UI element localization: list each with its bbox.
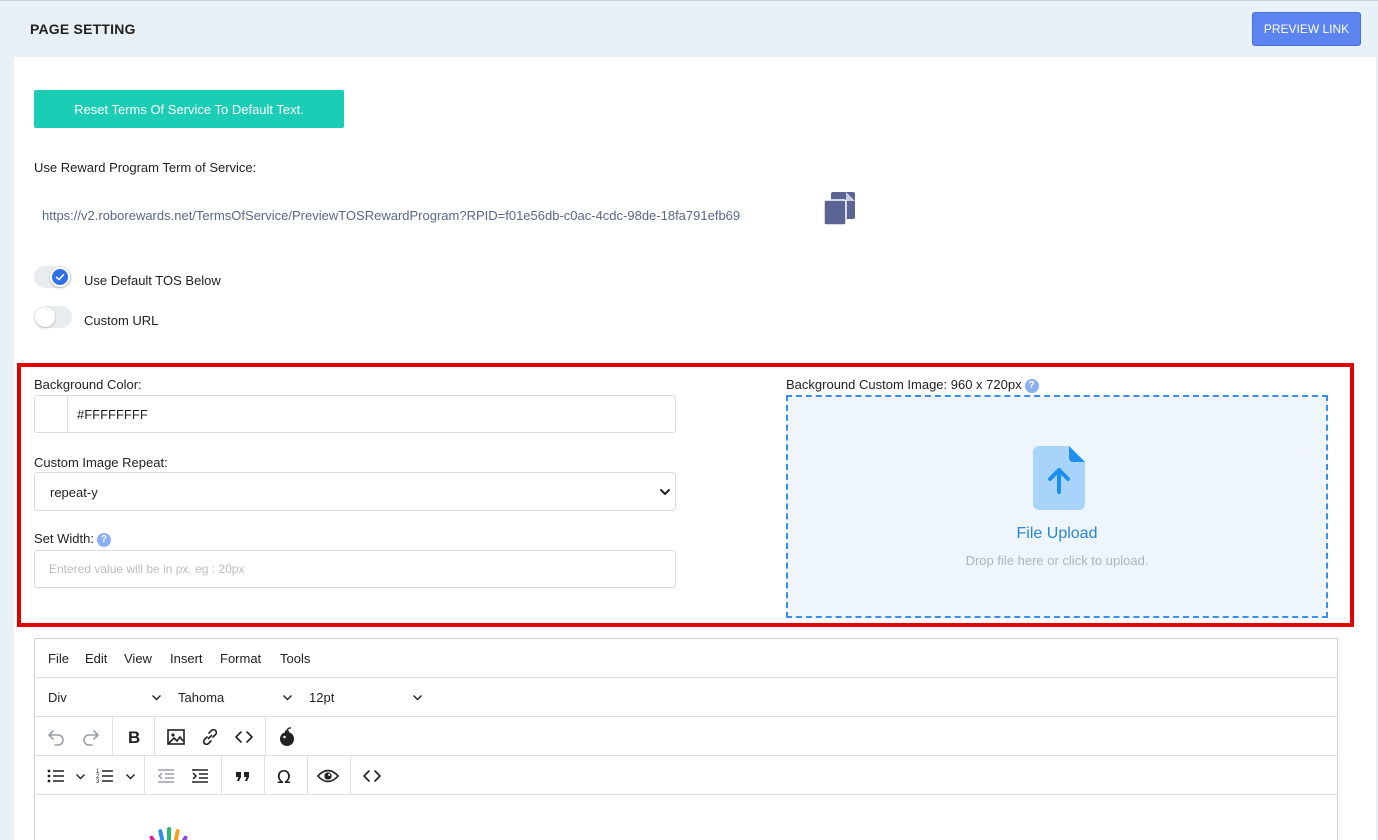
toolbar-divider [307, 756, 308, 795]
chevron-down-icon [660, 489, 670, 495]
code-icon[interactable] [233, 726, 255, 748]
default-tos-label: Use Default TOS Below [84, 273, 221, 288]
toolbar-divider [112, 717, 113, 756]
toolbar-divider [144, 756, 145, 795]
default-tos-toggle[interactable] [34, 266, 72, 288]
reward-tos-label: Use Reward Program Term of Service: [34, 160, 257, 175]
menu-insert[interactable]: Insert [170, 651, 203, 666]
numbered-list-icon[interactable]: 123 [94, 765, 116, 787]
svg-text:3: 3 [96, 779, 100, 785]
toolbar-divider [154, 717, 155, 756]
bullet-list-icon[interactable] [45, 765, 67, 787]
source-code-icon[interactable] [361, 765, 383, 787]
custom-image-label: Background Custom Image: 960 x 720px? [786, 377, 1039, 393]
toggle-knob [50, 267, 70, 287]
logo-icon [149, 827, 188, 840]
bold-icon[interactable]: B [123, 726, 145, 748]
link-icon[interactable] [199, 726, 221, 748]
background-color-label: Background Color: [34, 377, 142, 392]
undo-icon[interactable] [45, 726, 67, 748]
color-swatch[interactable] [35, 396, 68, 432]
custom-image-text: Background Custom Image: 960 x 720px [786, 377, 1022, 392]
block-format-select[interactable]: Div [48, 690, 67, 705]
toolbar-divider [221, 756, 222, 795]
toolbar-divider [265, 717, 266, 756]
menu-tools[interactable]: Tools [280, 651, 310, 666]
toolbar-divider [264, 756, 265, 795]
blockquote-icon[interactable] [232, 765, 254, 787]
outdent-icon[interactable] [155, 765, 177, 787]
rich-text-editor: File Edit View Insert Format Tools Div T… [34, 638, 1338, 840]
set-width-input[interactable] [34, 550, 676, 588]
help-icon[interactable]: ? [1024, 379, 1039, 393]
menu-format[interactable]: Format [220, 651, 261, 666]
indent-icon[interactable] [189, 765, 211, 787]
svg-text:Ω: Ω [277, 767, 291, 786]
upload-title: File Upload [1016, 525, 1098, 542]
image-repeat-label: Custom Image Repeat: [34, 455, 168, 470]
reset-tos-button[interactable]: Reset Terms Of Service To Default Text. [34, 90, 344, 128]
page-title: PAGE SETTING [30, 21, 136, 37]
redo-icon[interactable] [80, 726, 102, 748]
preview-link-button[interactable]: PREVIEW LINK [1252, 12, 1361, 46]
editor-content-area[interactable] [35, 795, 1337, 840]
image-repeat-select[interactable]: repeat-y [34, 472, 676, 511]
copy-icon[interactable] [822, 190, 858, 226]
svg-text:B: B [128, 728, 140, 747]
preview-eye-icon[interactable] [317, 765, 339, 787]
set-width-text: Set Width: [34, 531, 94, 546]
bomb-icon[interactable] [276, 726, 298, 748]
image-repeat-value: repeat-y [50, 485, 98, 500]
menu-edit[interactable]: Edit [85, 651, 107, 666]
editor-toolbar-1: B [35, 717, 1337, 756]
chevron-down-icon[interactable] [151, 692, 162, 703]
font-family-select[interactable]: Tahoma [178, 690, 224, 705]
chevron-down-icon[interactable] [412, 692, 423, 703]
upload-hint: Drop file here or click to upload. [965, 553, 1149, 568]
font-size-select[interactable]: 12pt [309, 690, 334, 705]
image-icon[interactable] [165, 726, 187, 748]
background-color-field[interactable]: #FFFFFFFF [34, 395, 676, 433]
editor-menubar: File Edit View Insert Format Tools [35, 639, 1337, 678]
special-character-icon[interactable]: Ω [275, 765, 297, 787]
custom-url-toggle[interactable] [34, 306, 72, 328]
page-header: PAGE SETTING PREVIEW LINK [0, 0, 1378, 57]
color-value: #FFFFFFFF [77, 407, 148, 422]
set-width-label: Set Width:? [34, 531, 111, 547]
file-upload-icon [1033, 446, 1085, 510]
tos-preview-link[interactable]: https://v2.roborewards.net/TermsOfServic… [42, 208, 740, 223]
toggle-knob [35, 307, 55, 327]
menu-file[interactable]: File [48, 651, 69, 666]
chevron-down-icon[interactable] [282, 692, 293, 703]
file-upload-dropzone[interactable]: File Upload Drop file here or click to u… [786, 395, 1328, 618]
toolbar-divider [350, 756, 351, 795]
chevron-down-icon[interactable] [75, 771, 86, 782]
custom-url-label: Custom URL [84, 313, 159, 328]
menu-view[interactable]: View [124, 651, 152, 666]
editor-toolbar-2: 123 Ω [35, 756, 1337, 795]
help-icon[interactable]: ? [96, 533, 111, 547]
chevron-down-icon[interactable] [125, 771, 136, 782]
editor-format-bar: Div Tahoma 12pt [35, 678, 1337, 717]
